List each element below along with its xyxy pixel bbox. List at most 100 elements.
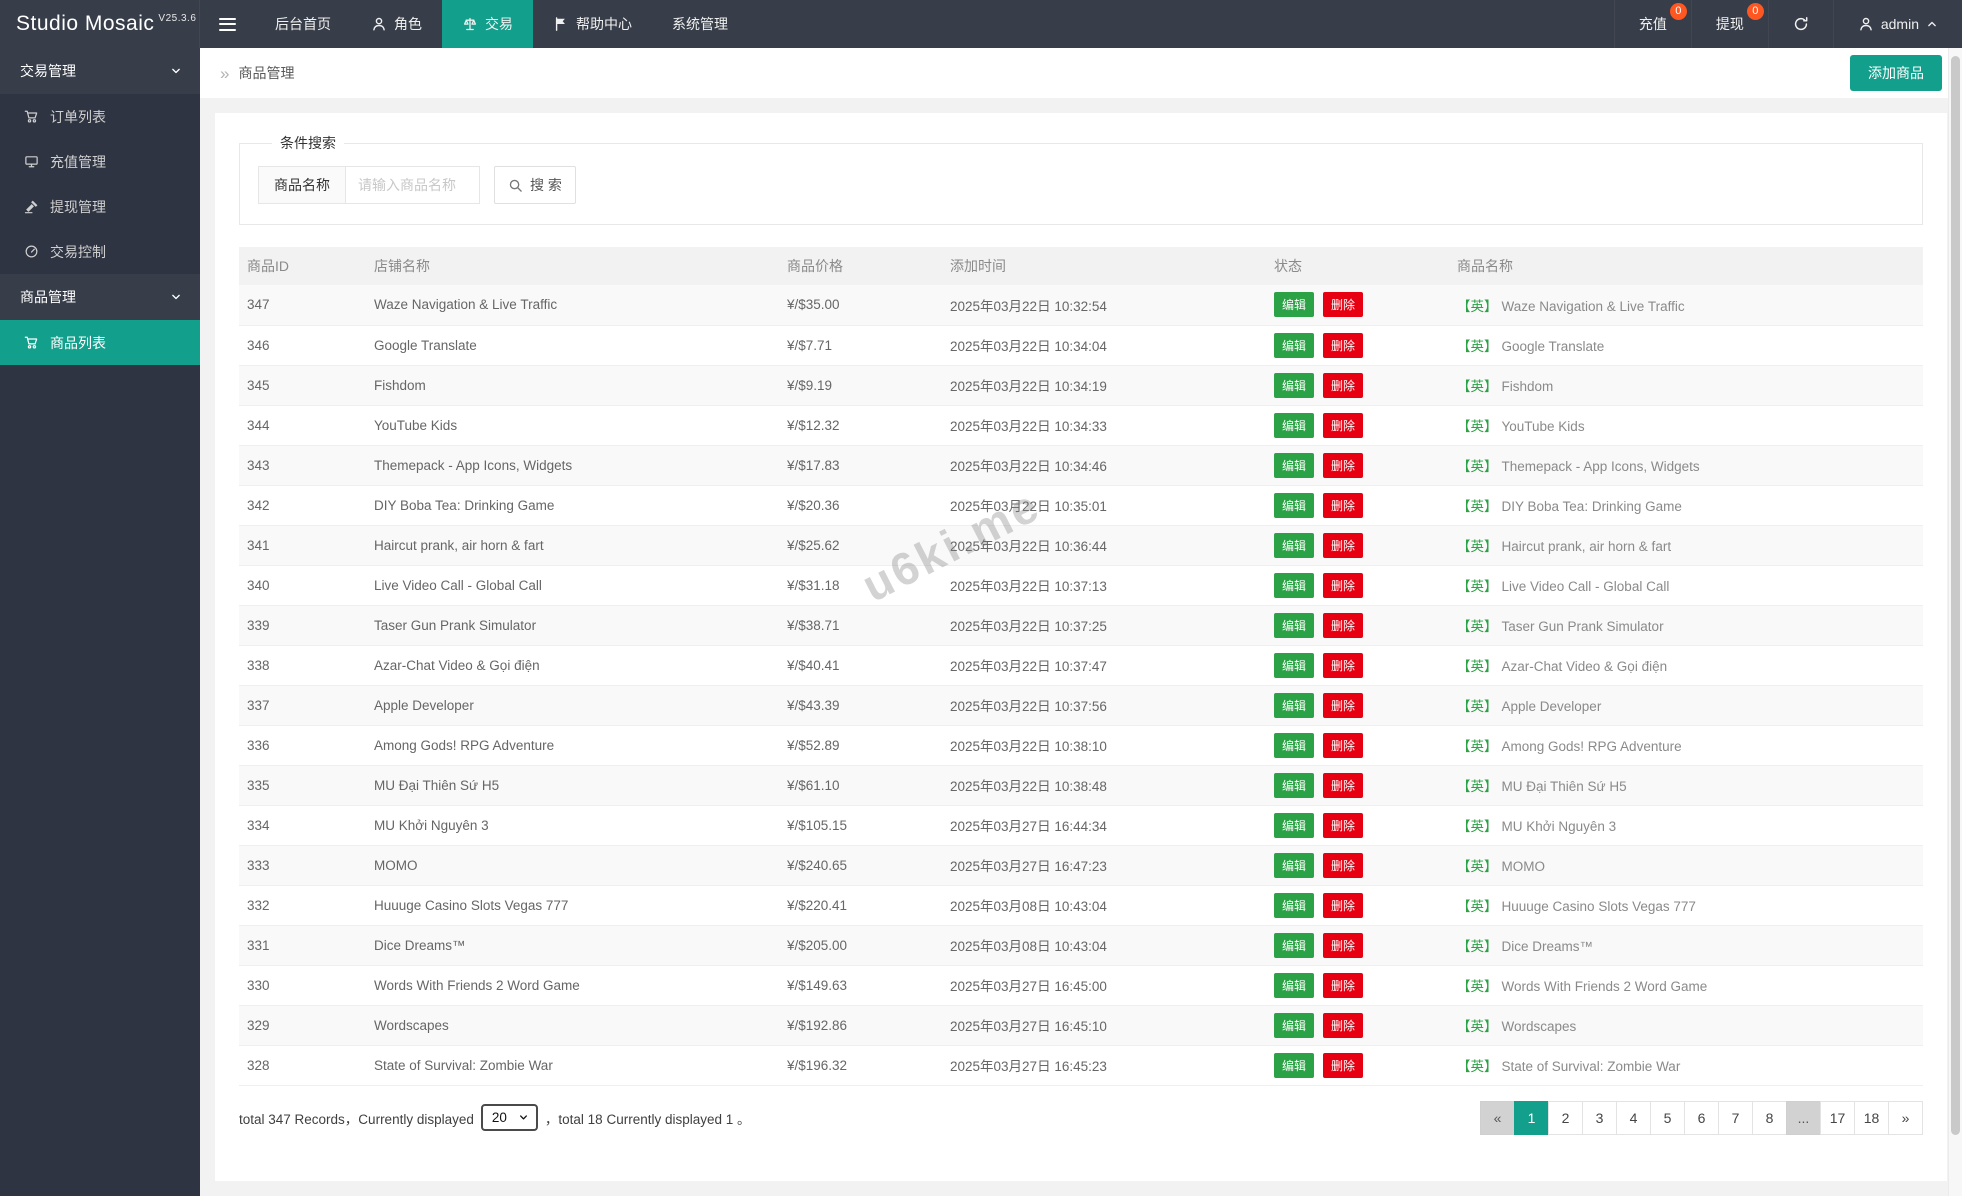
- edit-button[interactable]: 编辑: [1274, 852, 1315, 878]
- nav-item-system[interactable]: 系统管理: [652, 0, 748, 48]
- product-name-text: Google Translate: [1501, 339, 1605, 354]
- delete-button[interactable]: 删除: [1323, 932, 1364, 958]
- edit-button[interactable]: 编辑: [1274, 572, 1315, 598]
- edit-button[interactable]: 编辑: [1274, 812, 1315, 838]
- delete-button[interactable]: 删除: [1323, 1012, 1364, 1038]
- brand-logo: Studio Mosaic V25.3.6: [0, 0, 200, 48]
- product-name-input[interactable]: [346, 166, 480, 204]
- nav-item-withdraw[interactable]: 提现 0: [1690, 0, 1768, 48]
- edit-button[interactable]: 编辑: [1274, 412, 1315, 438]
- edit-button[interactable]: 编辑: [1274, 732, 1315, 758]
- sidebar-item-recharge-mgmt[interactable]: 充值管理: [0, 139, 200, 184]
- nav-item-trade[interactable]: 交易: [442, 0, 533, 48]
- page-size-value: 20: [491, 1110, 507, 1125]
- nav-item-help-center[interactable]: 帮助中心: [533, 0, 652, 48]
- edit-button[interactable]: 编辑: [1274, 972, 1315, 998]
- records-summary-suffix: ，total 18 Currently displayed 1 。: [544, 1111, 751, 1127]
- language-tag: 【英】: [1457, 739, 1498, 754]
- sidebar-item-trade-control[interactable]: 交易控制: [0, 229, 200, 274]
- page-button-...[interactable]: ...: [1786, 1100, 1821, 1135]
- sidebar-section-trade-mgmt[interactable]: 交易管理: [0, 48, 200, 94]
- edit-button[interactable]: 编辑: [1274, 292, 1315, 318]
- page-button-2[interactable]: 2: [1548, 1100, 1583, 1135]
- delete-button[interactable]: 删除: [1323, 572, 1364, 598]
- edit-button[interactable]: 编辑: [1274, 692, 1315, 718]
- cell-product-id: 331: [239, 925, 366, 966]
- edit-button[interactable]: 编辑: [1274, 1052, 1315, 1078]
- delete-button[interactable]: 删除: [1323, 612, 1364, 638]
- cell-product-id: 342: [239, 485, 366, 526]
- page-button-1[interactable]: 1: [1514, 1100, 1549, 1135]
- gavel-icon: [24, 199, 39, 214]
- page-button-18[interactable]: 18: [1854, 1100, 1889, 1135]
- sidebar-section-product-mgmt[interactable]: 商品管理: [0, 274, 200, 320]
- delete-button[interactable]: 删除: [1323, 892, 1364, 918]
- language-tag: 【英】: [1457, 459, 1498, 474]
- page-button-3[interactable]: 3: [1582, 1100, 1617, 1135]
- nav-item-recharge[interactable]: 充值 0: [1613, 0, 1691, 48]
- page-size-select[interactable]: 20: [480, 1104, 538, 1131]
- delete-button[interactable]: 删除: [1323, 412, 1364, 438]
- page-button-4[interactable]: 4: [1616, 1100, 1651, 1135]
- column-header: 店铺名称: [366, 247, 779, 285]
- sidebar-item-order-list[interactable]: 订单列表: [0, 94, 200, 139]
- cell-shop-name: Taser Gun Prank Simulator: [366, 605, 779, 646]
- table-row: 345 Fishdom ¥/$9.19 2025年03月22日 10:34:19 编辑删…: [239, 365, 1923, 406]
- sidebar-item-product-list[interactable]: 商品列表: [0, 320, 200, 365]
- table-row: 335 MU Đại Thiên Sứ H5 ¥/$61.10 2025年03月22日…: [239, 765, 1923, 806]
- notification-badge: 0: [1669, 3, 1687, 20]
- page-button-5[interactable]: 5: [1650, 1100, 1685, 1135]
- edit-button[interactable]: 编辑: [1274, 532, 1315, 558]
- edit-button[interactable]: 编辑: [1274, 452, 1315, 478]
- edit-button[interactable]: 编辑: [1274, 332, 1315, 358]
- sidebar-toggle-button[interactable]: [200, 0, 255, 48]
- add-product-button[interactable]: 添加商品: [1850, 55, 1942, 91]
- cell-add-time: 2025年03月22日 10:32:54: [942, 285, 1266, 326]
- cell-product-id: 343: [239, 445, 366, 486]
- edit-button[interactable]: 编辑: [1274, 892, 1315, 918]
- page-button-7[interactable]: 7: [1718, 1100, 1753, 1135]
- page-button-«[interactable]: «: [1480, 1100, 1515, 1135]
- sidebar: 交易管理 订单列表 充值管理 提现管理 交易控制 商品管理 商品列表: [0, 48, 200, 1196]
- delete-button[interactable]: 删除: [1323, 532, 1364, 558]
- cell-price: ¥/$31.18: [779, 565, 942, 606]
- search-button[interactable]: 搜 索: [494, 166, 576, 204]
- delete-button[interactable]: 删除: [1323, 1052, 1364, 1078]
- cell-product-name: 【英】 Live Video Call - Global Call: [1449, 565, 1923, 606]
- nav-item-roles[interactable]: 角色: [351, 0, 442, 48]
- refresh-button[interactable]: [1767, 0, 1833, 48]
- edit-button[interactable]: 编辑: [1274, 932, 1315, 958]
- delete-button[interactable]: 删除: [1323, 372, 1364, 398]
- delete-button[interactable]: 删除: [1323, 492, 1364, 518]
- edit-button[interactable]: 编辑: [1274, 652, 1315, 678]
- nav-item-dashboard[interactable]: 后台首页: [255, 0, 351, 48]
- cell-add-time: 2025年03月22日 10:37:47: [942, 645, 1266, 686]
- delete-button[interactable]: 删除: [1323, 772, 1364, 798]
- delete-button[interactable]: 删除: [1323, 972, 1364, 998]
- page-button-6[interactable]: 6: [1684, 1100, 1719, 1135]
- edit-button[interactable]: 编辑: [1274, 372, 1315, 398]
- delete-button[interactable]: 删除: [1323, 812, 1364, 838]
- delete-button[interactable]: 删除: [1323, 332, 1364, 358]
- table-row: 339 Taser Gun Prank Simulator ¥/$38.71 2025…: [239, 605, 1923, 646]
- page-button-»[interactable]: »: [1888, 1100, 1923, 1135]
- delete-button[interactable]: 删除: [1323, 452, 1364, 478]
- page-button-8[interactable]: 8: [1752, 1100, 1787, 1135]
- column-header: 添加时间: [942, 247, 1266, 285]
- user-menu[interactable]: admin: [1832, 0, 1962, 48]
- scrollbar-thumb[interactable]: [1951, 56, 1960, 1136]
- page-button-17[interactable]: 17: [1820, 1100, 1855, 1135]
- delete-button[interactable]: 删除: [1323, 652, 1364, 678]
- delete-button[interactable]: 删除: [1323, 292, 1364, 318]
- sidebar-item-withdraw-mgmt[interactable]: 提现管理: [0, 184, 200, 229]
- cell-add-time: 2025年03月22日 10:35:01: [942, 485, 1266, 526]
- edit-button[interactable]: 编辑: [1274, 492, 1315, 518]
- cell-status: 编辑 删除: [1266, 645, 1449, 686]
- delete-button[interactable]: 删除: [1323, 852, 1364, 878]
- edit-button[interactable]: 编辑: [1274, 1012, 1315, 1038]
- edit-button[interactable]: 编辑: [1274, 612, 1315, 638]
- delete-button[interactable]: 删除: [1323, 732, 1364, 758]
- nav-item-label: 后台首页: [275, 16, 331, 32]
- edit-button[interactable]: 编辑: [1274, 772, 1315, 798]
- delete-button[interactable]: 删除: [1323, 692, 1364, 718]
